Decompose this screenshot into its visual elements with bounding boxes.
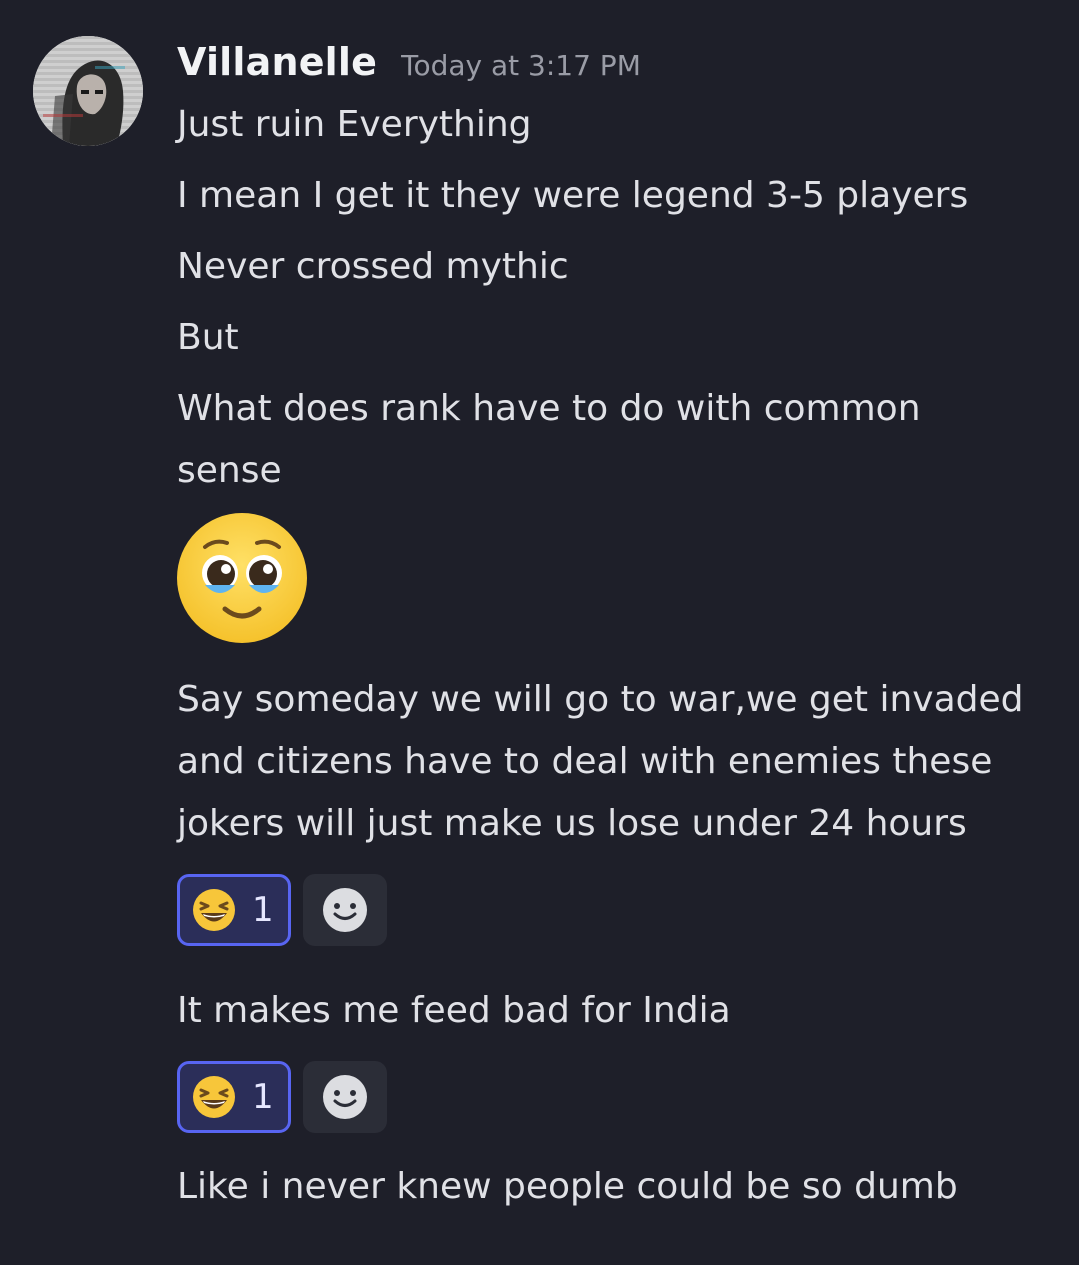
- message-header: Villanelle Today at 3:17 PM: [177, 40, 641, 96]
- message-line: Say someday we will go to war,we get inv…: [177, 679, 1024, 720]
- message-line: and citizens have to deal with enemies t…: [177, 741, 993, 782]
- pleading-face-emoji[interactable]: [175, 511, 309, 645]
- message-line: Just ruin Everything: [177, 104, 532, 145]
- message-line: I mean I get it they were legend 3-5 pla…: [177, 175, 969, 216]
- reaction-bar: 1: [177, 874, 387, 946]
- reaction-laughing[interactable]: 1: [177, 1061, 291, 1133]
- laughing-face-emoji: [193, 889, 235, 931]
- message-line: It makes me feed bad for India: [177, 990, 731, 1031]
- add-reaction-smiley-icon: [323, 888, 367, 932]
- timestamp[interactable]: Today at 3:17 PM: [401, 49, 641, 82]
- add-reaction-button[interactable]: [303, 874, 387, 946]
- message-line: jokers will just make us lose under 24 h…: [177, 803, 967, 844]
- laughing-face-emoji: [193, 1076, 235, 1118]
- message-line: Like i never knew people could be so dum…: [177, 1166, 958, 1207]
- reaction-count: 1: [252, 1077, 274, 1117]
- add-reaction-button[interactable]: [303, 1061, 387, 1133]
- message-line: What does rank have to do with common: [177, 388, 921, 429]
- reaction-bar: 1: [177, 1061, 387, 1133]
- avatar-image: [33, 36, 143, 146]
- message-group: Villanelle Today at 3:17 PM Just ruin Ev…: [0, 0, 1079, 1265]
- message-line: Never crossed mythic: [177, 246, 569, 287]
- add-reaction-smiley-icon: [323, 1075, 367, 1119]
- reaction-laughing[interactable]: 1: [177, 874, 291, 946]
- reaction-count: 1: [252, 890, 274, 930]
- user-avatar[interactable]: [33, 36, 143, 146]
- username[interactable]: Villanelle: [177, 40, 377, 84]
- message-line: sense: [177, 450, 282, 491]
- message-line: But: [177, 317, 239, 358]
